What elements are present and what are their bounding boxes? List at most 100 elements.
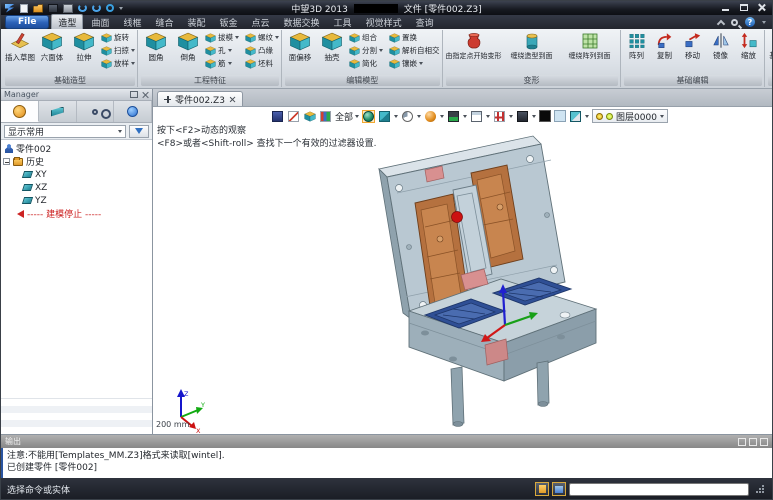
- datum-plane-button[interactable]: 基准面: [768, 32, 773, 61]
- dropdown-caret[interactable]: [394, 115, 398, 118]
- close-panel-icon[interactable]: [141, 91, 149, 99]
- tab-wireframe[interactable]: 线框: [117, 15, 147, 30]
- float-panel-icon[interactable]: [130, 91, 138, 98]
- fillet-button[interactable]: 圆角: [141, 32, 171, 63]
- layer-selector[interactable]: 图层0000: [592, 109, 668, 123]
- resolve-selfintersect-button[interactable]: 解析自相交: [389, 45, 440, 56]
- tab-sheetmetal[interactable]: 钣金: [214, 15, 244, 30]
- chamfer-button[interactable]: 倒角: [173, 32, 203, 63]
- display-filter-select[interactable]: 显示常用: [4, 125, 126, 138]
- stock-button[interactable]: 坯料: [245, 58, 279, 69]
- solid-display-icon[interactable]: [303, 110, 316, 123]
- document-tab[interactable]: 零件002.Z3: [157, 91, 243, 106]
- shade-mode-icon[interactable]: [378, 110, 391, 123]
- float-panel-icon[interactable]: [749, 438, 757, 446]
- undo-icon[interactable]: [78, 4, 87, 12]
- tree-item-yz-plane[interactable]: YZ: [1, 194, 152, 207]
- tab-pointcloud[interactable]: 点云: [246, 15, 276, 30]
- viewport-canvas[interactable]: 全部 图层0000 按下<F2>动态的观察 <F8>或者<Shift-roll>…: [153, 107, 773, 434]
- mirror-button[interactable]: 镜像: [708, 32, 734, 61]
- dropdown-caret[interactable]: [532, 115, 536, 118]
- workbench-icon[interactable]: [493, 110, 506, 123]
- combine-button[interactable]: 组合: [349, 32, 383, 43]
- app-logo-icon[interactable]: [5, 4, 15, 13]
- display-settings-icon[interactable]: [516, 110, 529, 123]
- help-icon[interactable]: ?: [745, 17, 755, 27]
- tab-visualstyle[interactable]: 视觉样式: [360, 15, 408, 30]
- tree-item-xz-plane[interactable]: XZ: [1, 181, 152, 194]
- dropdown-caret[interactable]: [417, 115, 421, 118]
- filter-all-dropdown[interactable]: 全部: [335, 110, 359, 123]
- divide-button[interactable]: 分割: [349, 45, 383, 56]
- new-file-icon[interactable]: [20, 4, 28, 13]
- background-image-icon[interactable]: [447, 110, 460, 123]
- pick-filter-icon[interactable]: [271, 110, 284, 123]
- close-button[interactable]: [754, 2, 769, 13]
- tab-shape[interactable]: 造型: [51, 14, 83, 30]
- inlay-button[interactable]: 镶嵌: [389, 58, 440, 69]
- dropdown-caret[interactable]: [509, 115, 513, 118]
- pin-panel-icon[interactable]: [738, 438, 746, 446]
- command-input[interactable]: [569, 483, 749, 496]
- lip-button[interactable]: 凸缘: [245, 45, 279, 56]
- layer-active-bulb-icon[interactable]: [606, 113, 613, 120]
- tree-item-xy-plane[interactable]: XY: [1, 168, 152, 181]
- revolve-button[interactable]: 旋转: [101, 32, 135, 43]
- tab-session[interactable]: [114, 101, 152, 122]
- maximize-button[interactable]: [736, 2, 751, 13]
- dropdown-caret[interactable]: [486, 115, 490, 118]
- wrap-shape-to-face-button[interactable]: 缠绕造型到面: [504, 32, 560, 61]
- scale-button[interactable]: 缩放: [736, 32, 762, 61]
- eraser-icon[interactable]: [569, 110, 582, 123]
- box-button[interactable]: 六面体: [37, 32, 67, 63]
- save-icon[interactable]: [48, 4, 58, 13]
- replace-button[interactable]: 置换: [389, 32, 440, 43]
- wrap-pattern-to-face-button[interactable]: 缠绕阵列到面: [562, 32, 618, 61]
- blue-color-swatch[interactable]: [554, 110, 566, 122]
- dropdown-caret[interactable]: [119, 7, 123, 10]
- redo-icon[interactable]: [92, 4, 101, 12]
- command-mode-icon[interactable]: [552, 482, 566, 496]
- tab-assembly[interactable]: 装配: [181, 15, 211, 30]
- tree-item-model-stop[interactable]: ----- 建模停止 -----: [1, 207, 152, 220]
- render-mode-icon[interactable]: [424, 110, 437, 123]
- loft-button[interactable]: 放样: [101, 58, 135, 69]
- black-color-swatch[interactable]: [539, 110, 551, 122]
- rib-button[interactable]: 筋: [205, 58, 239, 69]
- regen-icon[interactable]: [106, 4, 114, 12]
- stats-icon[interactable]: [319, 110, 332, 123]
- minimize-button[interactable]: [718, 2, 733, 13]
- close-tab-icon[interactable]: [229, 96, 236, 103]
- close-panel-icon[interactable]: [760, 438, 768, 446]
- tab-visibility[interactable]: [77, 101, 115, 122]
- collapse-node-icon[interactable]: [3, 158, 10, 165]
- output-log[interactable]: 注意:不能用[Templates_MM.Z3]格式来读取[wintel]. 已创…: [1, 448, 772, 479]
- file-menu-button[interactable]: File: [5, 15, 49, 29]
- tab-history[interactable]: [1, 101, 39, 122]
- viewport-layout-icon[interactable]: [470, 110, 483, 123]
- copy-button[interactable]: 复制: [652, 32, 678, 61]
- dropdown-caret[interactable]: [585, 115, 589, 118]
- pattern-button[interactable]: 阵列: [624, 32, 650, 61]
- orient-view-icon[interactable]: [362, 110, 375, 123]
- tree-item-history[interactable]: 历史: [1, 155, 152, 168]
- draft-button[interactable]: 拔模: [205, 32, 239, 43]
- quick-input-icon[interactable]: [535, 482, 549, 496]
- section-view-icon[interactable]: [401, 110, 414, 123]
- collapse-ribbon-icon[interactable]: [717, 19, 725, 27]
- plus-icon[interactable]: [164, 96, 171, 103]
- search-icon[interactable]: [731, 19, 738, 26]
- hole-button[interactable]: 孔: [205, 45, 239, 56]
- sweep-button[interactable]: 扫掠: [101, 45, 135, 56]
- dropdown-caret[interactable]: [440, 115, 444, 118]
- tab-regen[interactable]: [39, 101, 77, 122]
- simplify-button[interactable]: 简化: [349, 58, 383, 69]
- tab-surface[interactable]: 曲面: [85, 15, 115, 30]
- tree-item-part[interactable]: 零件002: [1, 142, 152, 155]
- tab-sew[interactable]: 缝合: [149, 15, 179, 30]
- open-file-icon[interactable]: [33, 4, 43, 13]
- morph-from-point-button[interactable]: 由指定点开始变形: [446, 32, 502, 61]
- extrude-button[interactable]: 拉伸: [69, 32, 99, 63]
- face-offset-button[interactable]: 面偏移: [285, 32, 315, 63]
- dropdown-caret[interactable]: [463, 115, 467, 118]
